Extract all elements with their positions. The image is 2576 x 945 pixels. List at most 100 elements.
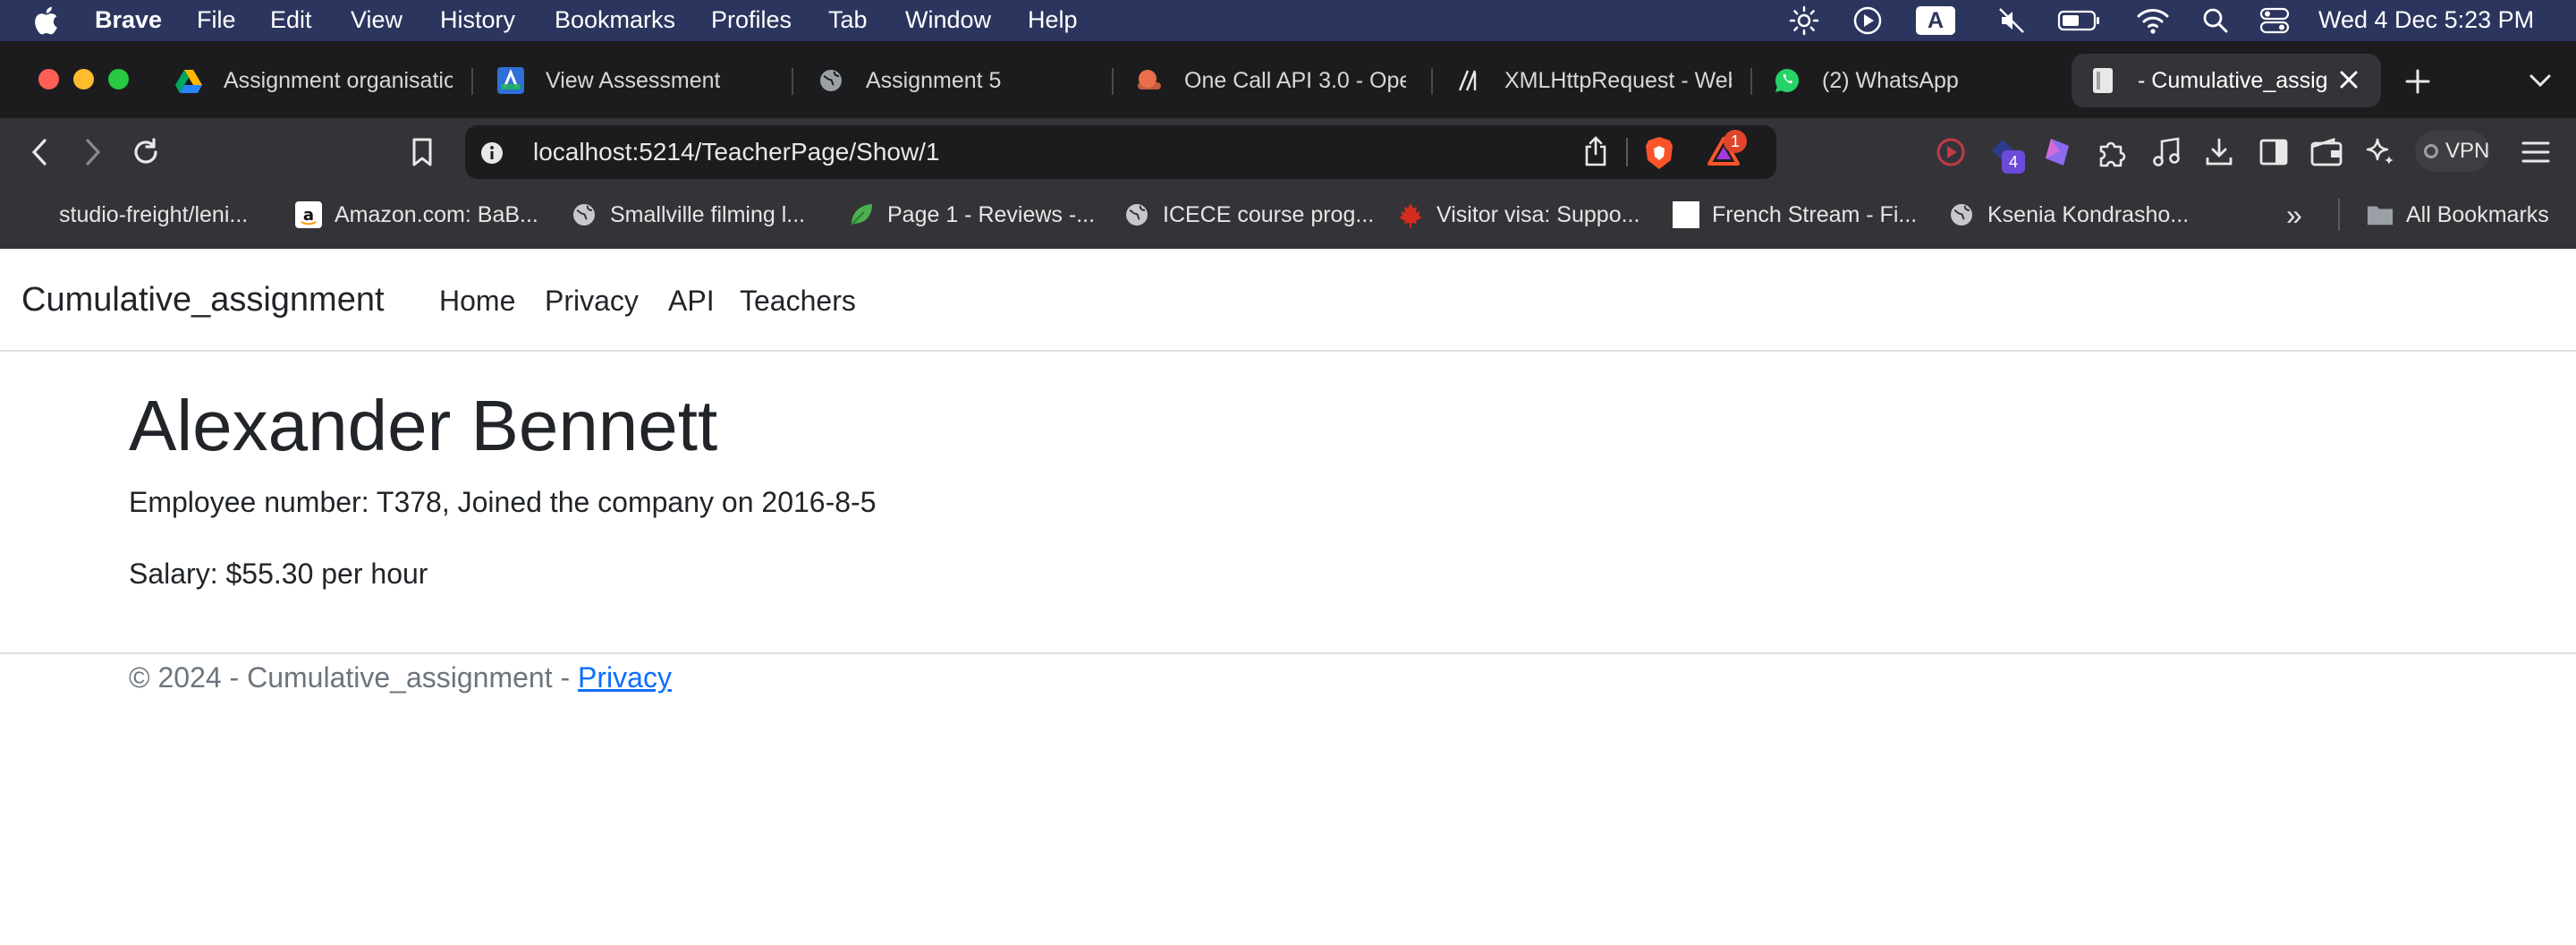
tab-assignment-organisation[interactable]: Assignment organisation bbox=[175, 54, 453, 107]
extensions-puzzle-icon[interactable] bbox=[2096, 136, 2128, 168]
tab-label: One Call API 3.0 - OpenWeatherMap bbox=[1184, 67, 1406, 93]
menu-tab[interactable]: Tab bbox=[828, 6, 868, 34]
bookmark-page-icon[interactable] bbox=[403, 133, 441, 171]
bookmark-smallville[interactable]: Smallville filming l... bbox=[571, 200, 805, 230]
battery-icon[interactable] bbox=[2057, 0, 2102, 41]
downloads-icon[interactable] bbox=[2203, 136, 2235, 168]
control-center-icon[interactable] bbox=[2259, 0, 2290, 41]
reload-icon[interactable] bbox=[127, 133, 165, 171]
extension-count-badge: 4 bbox=[2002, 150, 2025, 174]
menu-file[interactable]: File bbox=[197, 6, 236, 34]
bookmark-studio-freight[interactable]: studio-freight/leni... bbox=[59, 200, 248, 230]
bookmark-label: Amazon.com: BaB... bbox=[335, 201, 538, 227]
bookmarks-overflow-chevron[interactable]: » bbox=[2286, 199, 2302, 231]
bookmark-ksenia[interactable]: Ksenia Kondrasho... bbox=[1948, 200, 2189, 230]
bookmark-visitor-visa[interactable]: Visitor visa: Suppo... bbox=[1397, 200, 1640, 230]
site-brand-link[interactable]: Cumulative_assignment bbox=[21, 281, 385, 319]
employee-info-text: Employee number: T378, Joined the compan… bbox=[129, 486, 877, 518]
menu-edit[interactable]: Edit bbox=[270, 6, 312, 34]
rewards-count-badge: 1 bbox=[1724, 130, 1747, 153]
media-music-icon[interactable] bbox=[2151, 136, 2182, 168]
bookmark-amazon[interactable]: a Amazon.com: BaB... bbox=[295, 200, 538, 230]
maple-leaf-icon bbox=[1397, 201, 1424, 228]
tab-label: XMLHttpRequest - Web APIs bbox=[1504, 67, 1732, 93]
brightness-icon[interactable] bbox=[1789, 0, 1819, 41]
spotlight-search-icon[interactable] bbox=[2202, 0, 2229, 41]
close-tab-icon[interactable] bbox=[2336, 67, 2361, 92]
address-bar-divider bbox=[1626, 138, 1628, 166]
menu-view[interactable]: View bbox=[351, 6, 402, 34]
tab-label: Assignment organisation bbox=[224, 67, 453, 93]
forward-arrow-icon[interactable] bbox=[73, 133, 111, 171]
tab-view-assessment[interactable]: View Assessment bbox=[497, 54, 784, 107]
leaf-icon bbox=[848, 201, 875, 228]
footer-copyright: © 2024 - Cumulative_assignment - bbox=[129, 661, 579, 694]
site-footer: © 2024 - Cumulative_assignment - Privacy bbox=[129, 661, 672, 694]
input-source-icon[interactable]: A bbox=[1916, 0, 1955, 41]
wifi-icon[interactable] bbox=[2136, 0, 2170, 41]
sidebar-toggle-icon[interactable] bbox=[2258, 136, 2290, 168]
window-minimize-button[interactable] bbox=[73, 69, 94, 89]
all-bookmarks-label: All Bookmarks bbox=[2406, 201, 2549, 227]
bookmark-label: studio-freight/leni... bbox=[59, 201, 249, 227]
back-arrow-icon[interactable] bbox=[21, 133, 59, 171]
all-bookmarks-button[interactable]: All Bookmarks bbox=[2367, 200, 2549, 230]
nav-privacy-link[interactable]: Privacy bbox=[545, 285, 639, 318]
salary-text: Salary: $55.30 per hour bbox=[129, 558, 428, 590]
menu-window[interactable]: Window bbox=[905, 6, 991, 34]
bookmark-french-stream[interactable]: French Stream - Fi... bbox=[1673, 200, 1917, 230]
window-zoom-button[interactable] bbox=[108, 69, 129, 89]
document-icon bbox=[2089, 67, 2116, 94]
tab-assignment-5[interactable]: Assignment 5 bbox=[818, 54, 1104, 107]
vpn-button[interactable]: VPN bbox=[2415, 131, 2490, 172]
google-drive-icon bbox=[175, 67, 202, 94]
play-circle-icon[interactable] bbox=[1852, 0, 1883, 41]
brave-shields-icon[interactable] bbox=[1644, 136, 1674, 170]
screen-record-icon[interactable] bbox=[1935, 136, 1967, 168]
tab-cumulative-assignment-active[interactable]: - Cumulative_assignment bbox=[2072, 54, 2381, 107]
tab-label: (2) WhatsApp bbox=[1822, 67, 1959, 93]
share-icon[interactable] bbox=[1583, 136, 1608, 168]
bookmarks-divider bbox=[2338, 199, 2340, 231]
apple-icon[interactable] bbox=[32, 4, 63, 37]
wallet-icon[interactable] bbox=[2309, 136, 2343, 168]
leo-ai-sparkle-icon[interactable] bbox=[2364, 136, 2396, 168]
bookmark-label: Smallville filming l... bbox=[610, 201, 806, 227]
vpn-status-dot-icon bbox=[2424, 144, 2438, 158]
hamburger-menu-icon[interactable] bbox=[2521, 139, 2551, 166]
footer-privacy-link[interactable]: Privacy bbox=[578, 661, 672, 694]
mute-icon[interactable] bbox=[1996, 0, 2027, 41]
menu-app-name[interactable]: Brave bbox=[95, 6, 162, 34]
bookmark-label: Page 1 - Reviews -... bbox=[887, 201, 1096, 227]
nav-api-link[interactable]: API bbox=[668, 285, 715, 318]
mdn-icon bbox=[1456, 67, 1483, 94]
nav-home-link[interactable]: Home bbox=[439, 285, 515, 318]
tab-one-call-api[interactable]: One Call API 3.0 - OpenWeatherMap bbox=[1136, 54, 1406, 107]
menu-history[interactable]: History bbox=[440, 6, 515, 34]
bookmark-reviews[interactable]: Page 1 - Reviews -... bbox=[848, 200, 1095, 230]
extension-gradient-icon[interactable] bbox=[2042, 136, 2072, 168]
menu-profiles[interactable]: Profiles bbox=[711, 6, 792, 34]
amazon-icon: a bbox=[295, 201, 322, 228]
tab-xmlhttprequest[interactable]: XMLHttpRequest - Web APIs bbox=[1456, 54, 1732, 107]
menu-help[interactable]: Help bbox=[1028, 6, 1078, 34]
svg-text:a: a bbox=[303, 206, 314, 225]
tab-search-chevron-icon[interactable] bbox=[2528, 70, 2553, 91]
openweather-icon bbox=[1136, 67, 1163, 94]
tab-label: - Cumulative_assignment bbox=[2138, 67, 2327, 93]
menu-bar-clock[interactable]: Wed 4 Dec 5:23 PM bbox=[2318, 6, 2534, 34]
window-close-button[interactable] bbox=[38, 69, 59, 89]
tab-whatsapp[interactable]: (2) WhatsApp bbox=[1774, 54, 2042, 107]
site-navbar bbox=[0, 249, 2576, 352]
input-source-badge: A bbox=[1916, 6, 1955, 35]
site-info-icon[interactable] bbox=[479, 140, 504, 166]
nav-teachers-link[interactable]: Teachers bbox=[740, 285, 856, 318]
tab-label: Assignment 5 bbox=[866, 67, 1002, 93]
tab-label: View Assessment bbox=[546, 67, 721, 93]
globe-icon bbox=[818, 67, 844, 94]
menu-bookmarks[interactable]: Bookmarks bbox=[555, 6, 675, 34]
bookmark-label: ICECE course prog... bbox=[1163, 201, 1375, 227]
new-tab-icon[interactable] bbox=[2402, 66, 2433, 97]
bookmark-icece[interactable]: ICECE course prog... bbox=[1123, 200, 1374, 230]
url-text[interactable]: localhost:5214/TeacherPage/Show/1 bbox=[533, 138, 940, 166]
